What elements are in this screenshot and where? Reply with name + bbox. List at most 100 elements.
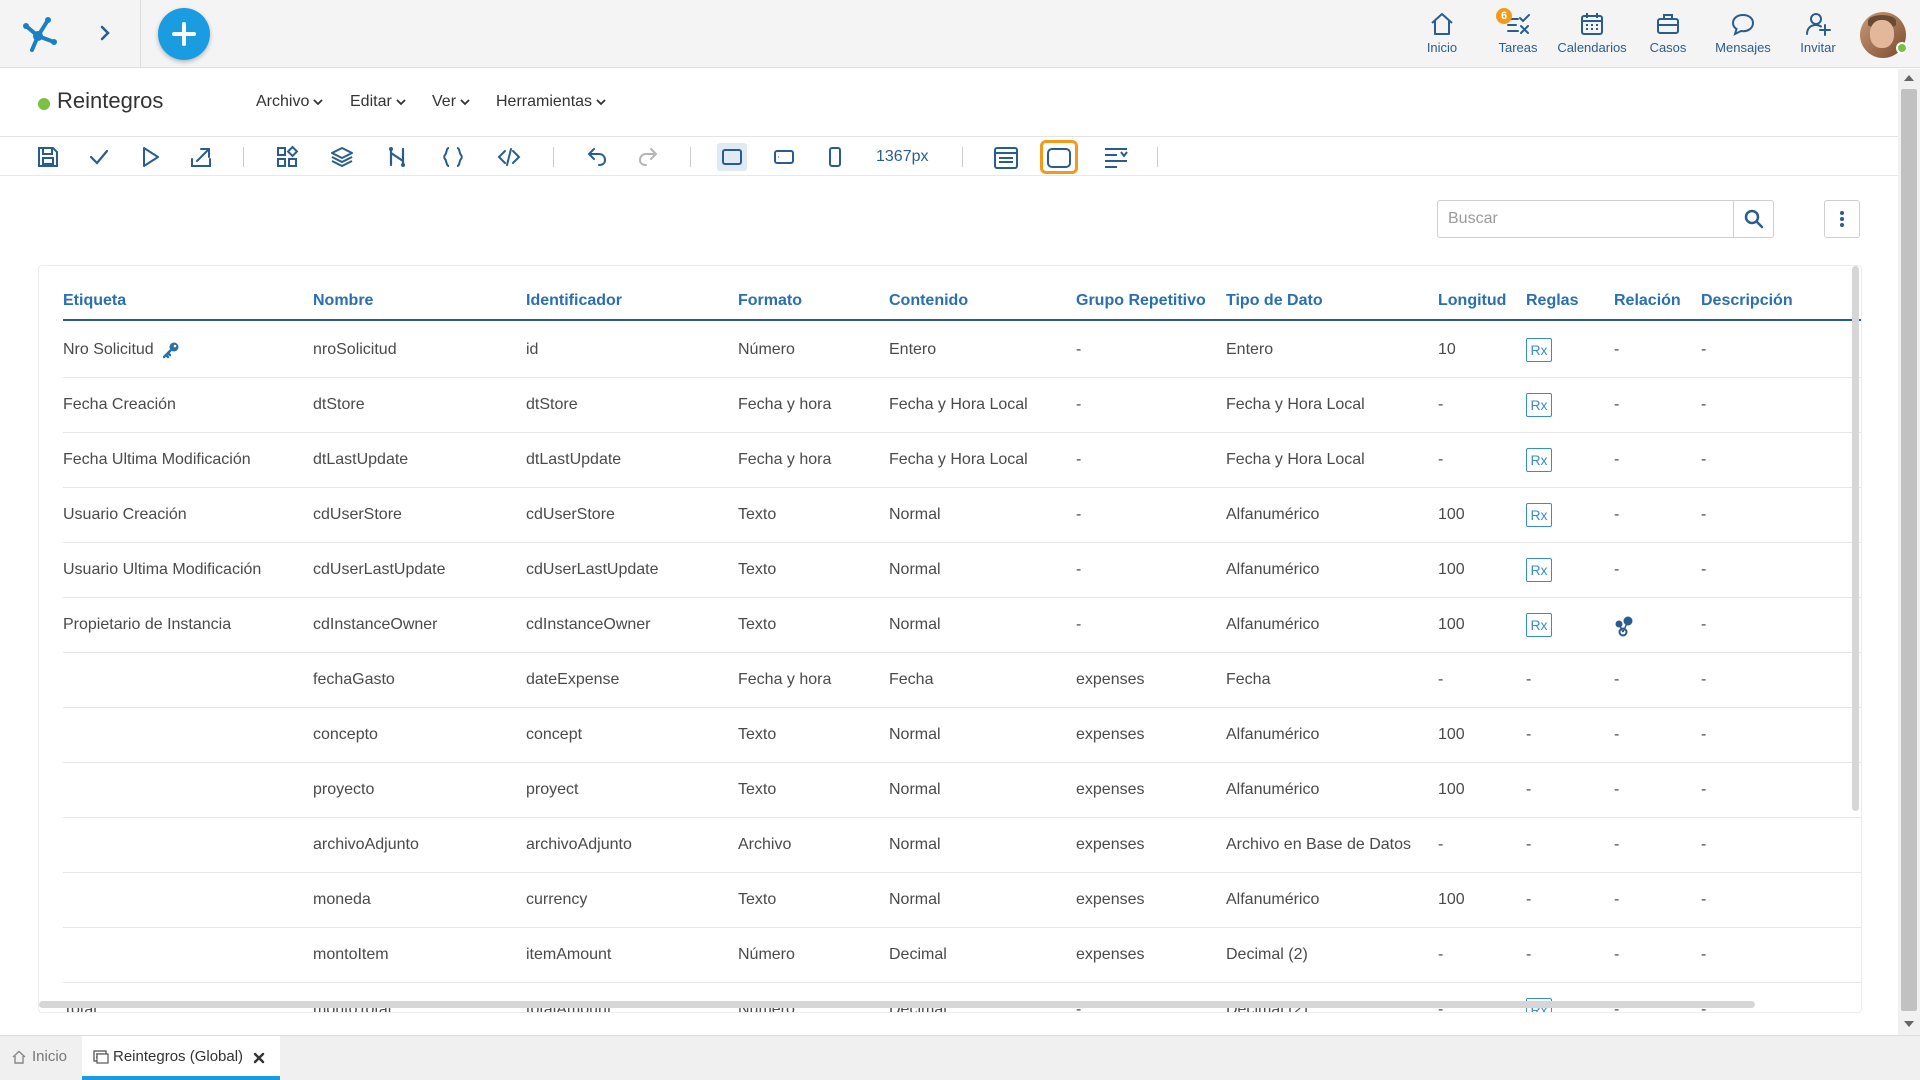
cell-descripcion: -	[1701, 781, 1707, 798]
frame-view-button[interactable]	[1040, 140, 1078, 174]
table-row[interactable]: TotalmontoTotaltotalAmountNúmeroDecimal-…	[63, 983, 1861, 1012]
data-model-button[interactable]	[382, 143, 412, 171]
cell-contenido: Fecha	[889, 671, 934, 688]
rules-badge[interactable]: Rx	[1526, 448, 1552, 472]
table-horizontal-scrollbar[interactable]	[39, 1001, 1755, 1008]
column-header[interactable]: Descripción	[1701, 292, 1793, 310]
column-header[interactable]: Etiqueta	[63, 292, 126, 310]
rules-badge[interactable]: Rx	[1526, 558, 1552, 582]
kebab-menu-icon	[1840, 211, 1844, 227]
cell-longitud: 100	[1438, 616, 1465, 633]
column-header[interactable]: Contenido	[889, 292, 968, 310]
column-header[interactable]: Identificador	[526, 292, 622, 310]
rules-badge[interactable]: Rx	[1526, 393, 1552, 417]
menu-ver[interactable]: Ver	[432, 93, 470, 111]
desktop-icon	[722, 149, 742, 165]
cell-nombre: dtLastUpdate	[313, 451, 409, 468]
scroll-thumb[interactable]	[1901, 89, 1917, 1011]
briefcase-icon	[1657, 14, 1679, 34]
chevron-down-icon	[460, 99, 470, 106]
search-button[interactable]	[1733, 201, 1773, 237]
controls-button[interactable]	[272, 143, 302, 171]
column-header[interactable]: Relación	[1614, 292, 1681, 310]
rules-badge[interactable]: Rx	[1526, 338, 1552, 362]
tablet-view-button[interactable]	[769, 143, 799, 171]
nav-casos[interactable]: Casos	[1644, 10, 1692, 58]
canvas-width-value[interactable]: 1367px	[876, 148, 929, 166]
invite-user-icon	[1806, 13, 1831, 36]
undo-button[interactable]	[582, 143, 612, 171]
cell-nombre: proyecto	[313, 781, 375, 798]
tab-inicio[interactable]: Inicio	[0, 1036, 80, 1080]
more-options-button[interactable]	[1824, 200, 1860, 238]
table-row[interactable]: Fecha Creación dtStore dtStore Fecha y hora…	[63, 378, 1861, 433]
nav-invitar[interactable]: Invitar	[1792, 10, 1844, 58]
form-layout-button[interactable]	[990, 143, 1020, 171]
table-row[interactable]: moneda currency Texto Normal expenses Alfanum…	[63, 873, 1861, 928]
table-row[interactable]: proyecto proyect Texto Normal expenses Alfanu…	[63, 763, 1861, 818]
desktop-view-button[interactable]	[717, 143, 747, 171]
table-row[interactable]: Usuario Ultima Modificación cdUserLastUpd…	[63, 543, 1861, 598]
table-row[interactable]: Propietario de Instancia cdInstanceOwner c…	[63, 598, 1861, 653]
toolbar-divider	[553, 147, 554, 167]
column-header[interactable]: Longitud	[1438, 292, 1506, 310]
scroll-down-icon[interactable]	[1904, 1021, 1914, 1027]
chevron-down-icon	[396, 99, 406, 106]
save-button[interactable]	[33, 143, 63, 171]
align-button[interactable]	[1100, 143, 1130, 171]
menu-archivo[interactable]: Archivo	[256, 93, 323, 111]
phone-view-button[interactable]	[820, 143, 850, 171]
relation-icon[interactable]	[1614, 615, 1636, 637]
validate-button[interactable]	[84, 143, 114, 171]
cell-tipo: Entero	[1226, 341, 1274, 358]
column-header[interactable]: Tipo de Dato	[1226, 292, 1323, 310]
app-logo-icon[interactable]	[18, 12, 60, 54]
redo-button[interactable]	[633, 143, 663, 171]
table-row[interactable]: Fecha Ultima Modificación dtLastUpdate dtL…	[63, 433, 1861, 488]
cell-relacion: -	[1614, 836, 1620, 853]
expand-chevron-icon[interactable]	[92, 18, 118, 48]
code-button[interactable]	[494, 143, 524, 171]
cell-etiqueta: Usuario Creación	[63, 506, 187, 523]
table-row[interactable]: concepto concept Texto Normal expenses Alfanu…	[63, 708, 1861, 763]
run-button[interactable]	[135, 143, 165, 171]
menu-herramientas[interactable]: Herramientas	[496, 93, 606, 111]
table-row[interactable]: archivoAdjunto archivoAdjunto Archivo Norma…	[63, 818, 1861, 873]
expressions-button[interactable]	[438, 143, 468, 171]
tab-reintegros-global[interactable]: Reintegros (Global)	[82, 1036, 280, 1080]
cell-etiqueta: Nro Solicitud	[63, 341, 180, 359]
nav-inicio[interactable]: Inicio	[1418, 10, 1466, 58]
cell-formato: Número	[738, 341, 795, 358]
close-icon[interactable]	[253, 1052, 265, 1064]
table-row[interactable]: Nro Solicitud nroSolicitud id Número Entero -…	[63, 323, 1861, 378]
publish-button[interactable]	[186, 143, 216, 171]
column-header[interactable]: Grupo Repetitivo	[1076, 292, 1206, 310]
cell-longitud: 100	[1438, 506, 1465, 523]
column-header[interactable]: Reglas	[1526, 292, 1578, 310]
table-row[interactable]: fechaGasto dateExpense Fecha y hora Fecha ex…	[63, 653, 1861, 708]
layers-button[interactable]	[327, 143, 357, 171]
nav-mensajes[interactable]: Mensajes	[1712, 10, 1774, 58]
search-box	[1437, 200, 1774, 238]
cell-reglas: -	[1526, 671, 1532, 688]
cell-identificador: itemAmount	[526, 946, 612, 963]
table-row[interactable]: Usuario Creación cdUserStore cdUserStore Te…	[63, 488, 1861, 543]
rules-badge[interactable]: Rx	[1526, 503, 1552, 527]
nav-tareas[interactable]: 6 Tareas	[1494, 8, 1542, 58]
search-input[interactable]	[1448, 207, 1708, 231]
column-header[interactable]: Formato	[738, 292, 802, 310]
cell-longitud: 10	[1438, 341, 1456, 358]
rules-badge[interactable]: Rx	[1526, 613, 1552, 637]
column-header[interactable]: Nombre	[313, 292, 373, 310]
add-button[interactable]	[158, 8, 210, 60]
scroll-up-icon[interactable]	[1904, 75, 1914, 81]
table-row[interactable]: montoItem itemAmount Número Decimal expenses…	[63, 928, 1861, 983]
menu-editar[interactable]: Editar	[350, 93, 406, 111]
cell-tipo: Fecha	[1226, 671, 1271, 688]
table-header: Etiqueta Nombre Identificador Formato Co…	[63, 286, 1861, 321]
cell-relacion: -	[1614, 341, 1620, 358]
cell-tipo: Alfanumérico	[1226, 726, 1320, 743]
table-vertical-scrollbar[interactable]	[1852, 266, 1859, 811]
nav-calendarios[interactable]: Calendarios	[1554, 10, 1630, 58]
page-scrollbar[interactable]	[1898, 69, 1920, 1035]
